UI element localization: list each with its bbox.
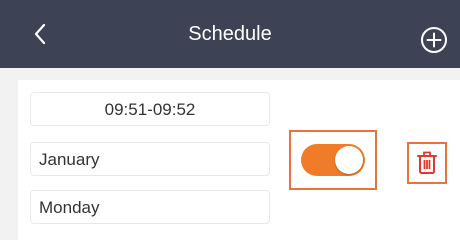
trash-icon — [417, 151, 437, 174]
toggle-knob — [335, 146, 363, 174]
back-button[interactable] — [28, 20, 52, 48]
plus-circle-icon — [421, 27, 447, 53]
schedule-enable-toggle[interactable] — [301, 144, 365, 176]
add-schedule-button[interactable] — [418, 24, 450, 56]
toggle-highlight-frame — [289, 130, 377, 190]
day-field[interactable]: Monday — [30, 190, 270, 224]
schedule-screen: Schedule 09:51-09:52 January Monday — [0, 0, 460, 240]
month-field[interactable]: January — [30, 142, 270, 176]
page-title: Schedule — [188, 23, 272, 45]
header-bar: Schedule — [0, 0, 460, 68]
delete-schedule-button[interactable] — [407, 142, 447, 184]
schedule-card: 09:51-09:52 January Monday — [18, 80, 460, 240]
time-range-field[interactable]: 09:51-09:52 — [30, 92, 270, 126]
chevron-left-icon — [34, 23, 46, 45]
